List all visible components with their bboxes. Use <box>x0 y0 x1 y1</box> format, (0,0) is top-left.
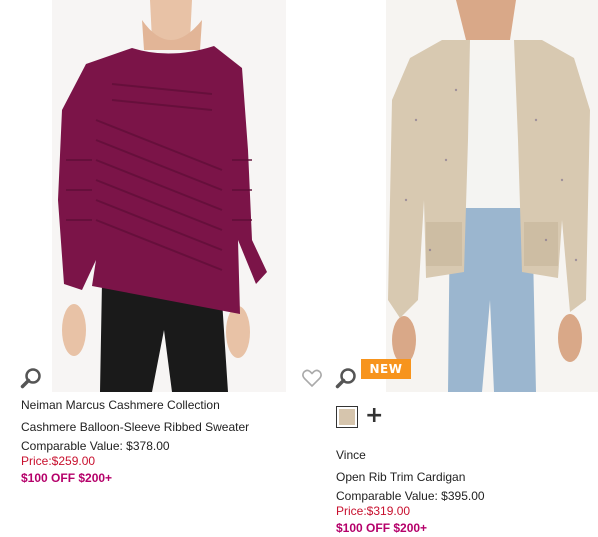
new-badge: NEW <box>361 359 411 379</box>
product-price: Price:$259.00 <box>21 454 96 468</box>
swatch-chip <box>339 409 355 425</box>
product-price: Price:$319.00 <box>336 504 411 518</box>
heart-outline-icon[interactable] <box>301 367 323 389</box>
product-info: Vince Open Rib Trim Cardigan Comparable … <box>336 444 485 537</box>
more-colors-plus-icon[interactable]: + <box>365 404 383 428</box>
promo-text: $100 OFF $200+ <box>336 521 428 535</box>
product-name[interactable]: Open Rib Trim Cardigan <box>336 466 485 488</box>
color-swatch[interactable] <box>336 406 358 428</box>
product-name[interactable]: Cashmere Balloon-Sleeve Ribbed Sweater <box>21 416 249 438</box>
product-image[interactable] <box>52 0 286 392</box>
product-info: Neiman Marcus Cashmere Collection Cashme… <box>21 394 249 487</box>
comparable-value: Comparable Value: $395.00 <box>336 489 485 503</box>
magnifier-icon[interactable] <box>335 367 357 389</box>
product-image[interactable] <box>386 0 598 392</box>
product-designer[interactable]: Neiman Marcus Cashmere Collection <box>21 394 249 416</box>
magnifier-icon[interactable] <box>20 367 42 389</box>
promo-text: $100 OFF $200+ <box>21 471 113 485</box>
comparable-value: Comparable Value: $378.00 <box>21 439 170 453</box>
product-designer[interactable]: Vince <box>336 444 485 466</box>
